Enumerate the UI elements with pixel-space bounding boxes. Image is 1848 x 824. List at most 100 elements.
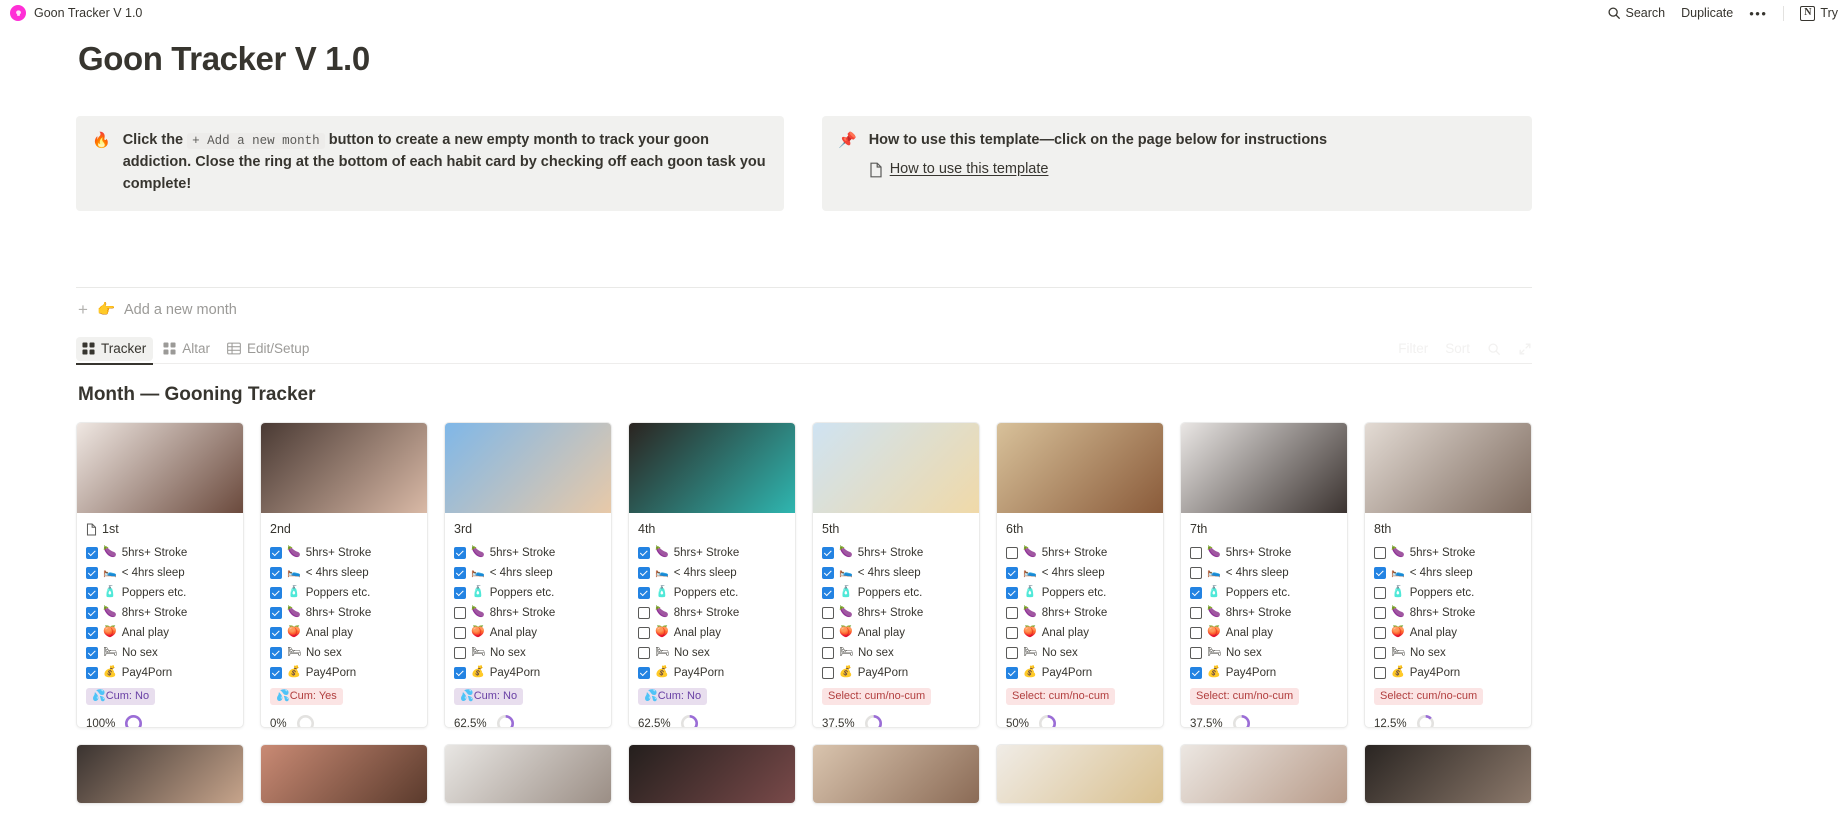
- property-row[interactable]: 🛌 < 4hrs sleep: [270, 563, 418, 583]
- habit-card[interactable]: [444, 744, 612, 805]
- checkbox-poppers-etc-[interactable]: [1374, 586, 1386, 599]
- checkbox-8hrs-stroke[interactable]: [1190, 606, 1202, 619]
- checkbox-5hrs-stroke[interactable]: [1190, 546, 1202, 559]
- cum-status-badge[interactable]: Select: cum/no-cum: [822, 687, 932, 706]
- checkbox-poppers-etc-[interactable]: [270, 586, 282, 599]
- habit-card[interactable]: 1st 🍆 5hrs+ Stroke 🛌 < 4hrs sleep 🧴 Popp…: [76, 422, 244, 729]
- checkbox-5hrs-stroke[interactable]: [86, 546, 98, 559]
- checkbox-no-sex[interactable]: [638, 646, 650, 659]
- cum-status-badge[interactable]: 💦Cum: No: [638, 687, 708, 706]
- habit-card[interactable]: [996, 744, 1164, 805]
- checkbox-8hrs-stroke[interactable]: [1006, 606, 1018, 619]
- expand-icon[interactable]: [1518, 342, 1532, 356]
- checkbox--4hrs-sleep[interactable]: [822, 566, 834, 579]
- checkbox--4hrs-sleep[interactable]: [270, 566, 282, 579]
- property-row[interactable]: 🍑 Anal play: [1006, 623, 1154, 643]
- checkbox-no-sex[interactable]: [454, 646, 466, 659]
- property-row[interactable]: 🍆 5hrs+ Stroke: [1006, 543, 1154, 563]
- checkbox-8hrs-stroke[interactable]: [822, 606, 834, 619]
- habit-card[interactable]: [812, 744, 980, 805]
- sort-button[interactable]: Sort: [1445, 341, 1470, 356]
- card-title[interactable]: 5th: [822, 521, 970, 537]
- property-row[interactable]: 🧴 Poppers etc.: [1190, 583, 1338, 603]
- property-row[interactable]: 🛏 No sex: [270, 643, 418, 663]
- checkbox-no-sex[interactable]: [822, 646, 834, 659]
- property-row[interactable]: 🧴 Poppers etc.: [1006, 583, 1154, 603]
- checkbox-pay4porn[interactable]: [1006, 666, 1018, 679]
- property-row[interactable]: 🛏 No sex: [454, 643, 602, 663]
- property-row[interactable]: 🛏 No sex: [86, 643, 234, 663]
- property-row[interactable]: 🛏 No sex: [1374, 643, 1522, 663]
- property-row[interactable]: 💰 Pay4Porn: [638, 663, 786, 683]
- cum-status-badge[interactable]: Select: cum/no-cum: [1190, 687, 1300, 706]
- checkbox--4hrs-sleep[interactable]: [638, 566, 650, 579]
- card-title[interactable]: 8th: [1374, 521, 1522, 537]
- property-row[interactable]: 🛏 No sex: [822, 643, 970, 663]
- property-row[interactable]: 🍆 5hrs+ Stroke: [822, 543, 970, 563]
- property-row[interactable]: 🍆 5hrs+ Stroke: [1190, 543, 1338, 563]
- property-row[interactable]: 🍑 Anal play: [822, 623, 970, 643]
- property-row[interactable]: 🍆 8hrs+ Stroke: [270, 603, 418, 623]
- cum-status-badge[interactable]: Select: cum/no-cum: [1006, 687, 1116, 706]
- property-row[interactable]: 🍆 5hrs+ Stroke: [86, 543, 234, 563]
- property-row[interactable]: 🍑 Anal play: [1190, 623, 1338, 643]
- property-row[interactable]: 💰 Pay4Porn: [1190, 663, 1338, 683]
- checkbox-poppers-etc-[interactable]: [86, 586, 98, 599]
- checkbox-5hrs-stroke[interactable]: [1374, 546, 1386, 559]
- checkbox-pay4porn[interactable]: [1190, 666, 1202, 679]
- checkbox--4hrs-sleep[interactable]: [1374, 566, 1386, 579]
- checkbox-anal-play[interactable]: [270, 626, 282, 639]
- habit-card[interactable]: 5th 🍆 5hrs+ Stroke 🛌 < 4hrs sleep 🧴 Popp…: [812, 422, 980, 729]
- checkbox-pay4porn[interactable]: [454, 666, 466, 679]
- checkbox--4hrs-sleep[interactable]: [86, 566, 98, 579]
- property-row[interactable]: 🧴 Poppers etc.: [822, 583, 970, 603]
- habit-card[interactable]: 3rd 🍆 5hrs+ Stroke 🛌 < 4hrs sleep 🧴 Popp…: [444, 422, 612, 729]
- habit-card[interactable]: 4th 🍆 5hrs+ Stroke 🛌 < 4hrs sleep 🧴 Popp…: [628, 422, 796, 729]
- property-row[interactable]: 🍆 8hrs+ Stroke: [454, 603, 602, 623]
- property-row[interactable]: 🍆 5hrs+ Stroke: [270, 543, 418, 563]
- checkbox-8hrs-stroke[interactable]: [270, 606, 282, 619]
- checkbox-anal-play[interactable]: [1006, 626, 1018, 639]
- habit-card[interactable]: 8th 🍆 5hrs+ Stroke 🛌 < 4hrs sleep 🧴 Popp…: [1364, 422, 1532, 729]
- property-row[interactable]: 💰 Pay4Porn: [86, 663, 234, 683]
- checkbox-pay4porn[interactable]: [86, 666, 98, 679]
- property-row[interactable]: 🍆 8hrs+ Stroke: [1006, 603, 1154, 623]
- property-row[interactable]: 🧴 Poppers etc.: [1374, 583, 1522, 603]
- property-row[interactable]: 🛏 No sex: [638, 643, 786, 663]
- property-row[interactable]: 🛏 No sex: [1190, 643, 1338, 663]
- add-new-month-button[interactable]: + 👉 Add a new month: [78, 301, 1848, 318]
- property-row[interactable]: 🛌 < 4hrs sleep: [86, 563, 234, 583]
- habit-card[interactable]: 2nd 🍆 5hrs+ Stroke 🛌 < 4hrs sleep 🧴 Popp…: [260, 422, 428, 729]
- checkbox-8hrs-stroke[interactable]: [638, 606, 650, 619]
- property-row[interactable]: 🍆 8hrs+ Stroke: [1374, 603, 1522, 623]
- checkbox-poppers-etc-[interactable]: [1190, 586, 1202, 599]
- checkbox-8hrs-stroke[interactable]: [86, 606, 98, 619]
- property-row[interactable]: 💰 Pay4Porn: [1374, 663, 1522, 683]
- how-to-use-link[interactable]: How to use this template: [890, 159, 1049, 181]
- property-row[interactable]: 💰 Pay4Porn: [270, 663, 418, 683]
- property-row[interactable]: 🛏 No sex: [1006, 643, 1154, 663]
- property-row[interactable]: 🛌 < 4hrs sleep: [1006, 563, 1154, 583]
- checkbox-no-sex[interactable]: [1006, 646, 1018, 659]
- habit-card[interactable]: [628, 744, 796, 805]
- filter-button[interactable]: Filter: [1398, 341, 1428, 356]
- property-row[interactable]: 🍑 Anal play: [1374, 623, 1522, 643]
- more-options-button[interactable]: •••: [1749, 6, 1767, 21]
- duplicate-button[interactable]: Duplicate: [1681, 6, 1733, 20]
- checkbox-anal-play[interactable]: [638, 626, 650, 639]
- checkbox-no-sex[interactable]: [1190, 646, 1202, 659]
- property-row[interactable]: 💰 Pay4Porn: [454, 663, 602, 683]
- property-row[interactable]: 🍑 Anal play: [86, 623, 234, 643]
- property-row[interactable]: 🧴 Poppers etc.: [638, 583, 786, 603]
- property-row[interactable]: 🍆 5hrs+ Stroke: [454, 543, 602, 563]
- checkbox-8hrs-stroke[interactable]: [454, 606, 466, 619]
- checkbox-no-sex[interactable]: [86, 646, 98, 659]
- checkbox-pay4porn[interactable]: [1374, 666, 1386, 679]
- card-title[interactable]: 2nd: [270, 521, 418, 537]
- habit-card[interactable]: [260, 744, 428, 805]
- property-row[interactable]: 🧴 Poppers etc.: [270, 583, 418, 603]
- cum-status-badge[interactable]: 💦Cum: No: [86, 687, 156, 706]
- property-row[interactable]: 🍑 Anal play: [270, 623, 418, 643]
- property-row[interactable]: 🍆 8hrs+ Stroke: [822, 603, 970, 623]
- property-row[interactable]: 💰 Pay4Porn: [1006, 663, 1154, 683]
